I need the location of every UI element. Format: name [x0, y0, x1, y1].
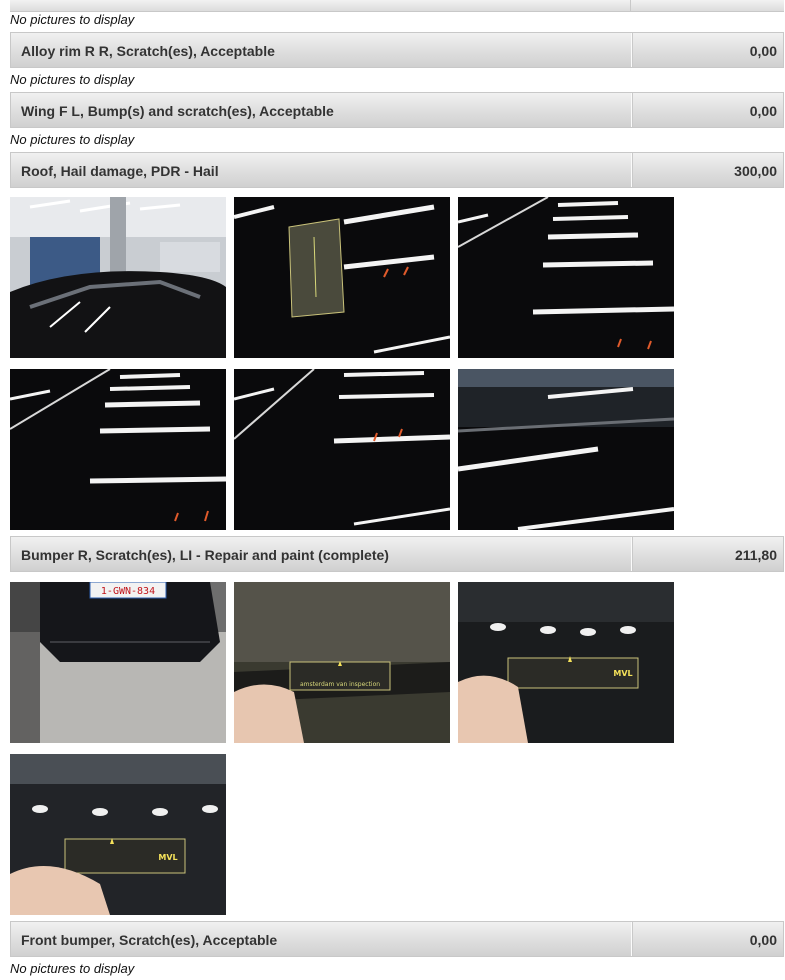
ruler-text: amsterdam van inspection — [300, 681, 380, 688]
damage-photo-bumper-ruler[interactable]: amsterdam van inspection — [234, 582, 450, 743]
no-pictures-note: No pictures to display — [10, 72, 135, 87]
damage-photo-roof-side[interactable] — [458, 369, 674, 530]
damage-row[interactable]: Roof, Hail damage, PDR - Hail 300,00 — [10, 152, 784, 188]
damage-row[interactable]: Front bumper, Scratch(es), Acceptable 0,… — [10, 921, 784, 957]
damage-row[interactable]: Alloy rim R R, Scratch(es), Acceptable 0… — [10, 32, 784, 68]
license-plate-text: 1-GWN-834 — [101, 586, 155, 597]
no-pictures-note: No pictures to display — [10, 961, 135, 976]
no-pictures-note: No pictures to display — [10, 132, 135, 147]
damage-photo-roof-reflections[interactable] — [458, 197, 674, 358]
damage-amount: 0,00 — [749, 103, 777, 119]
previous-damage-row — [10, 0, 784, 12]
damage-photo-bumper-ruler[interactable]: MVL — [458, 582, 674, 743]
damage-title: Front bumper, Scratch(es), Acceptable — [21, 932, 278, 948]
damage-photo-roof-reflections[interactable] — [234, 369, 450, 530]
damage-photo-rear-car[interactable]: 1-GWN-834 — [10, 582, 226, 743]
damage-row[interactable]: Bumper R, Scratch(es), LI - Repair and p… — [10, 536, 784, 572]
ruler-brand-text: MVL — [158, 853, 177, 862]
damage-photo-roof-ruler[interactable] — [234, 197, 450, 358]
damage-title: Alloy rim R R, Scratch(es), Acceptable — [21, 43, 275, 59]
damage-title: Bumper R, Scratch(es), LI - Repair and p… — [21, 547, 389, 563]
damage-photo-bumper-ruler[interactable]: MVL — [10, 754, 226, 915]
damage-row[interactable]: Wing F L, Bump(s) and scratch(es), Accep… — [10, 92, 784, 128]
damage-photo-roof-reflections[interactable] — [10, 369, 226, 530]
ruler-brand-text: MVL — [613, 669, 632, 678]
damage-title: Roof, Hail damage, PDR - Hail — [21, 163, 219, 179]
damage-photo-showroom-car[interactable] — [10, 197, 226, 358]
damage-amount: 0,00 — [749, 932, 777, 948]
damage-amount: 211,80 — [734, 547, 777, 563]
no-pictures-note: No pictures to display — [10, 12, 135, 27]
damage-title: Wing F L, Bump(s) and scratch(es), Accep… — [21, 103, 334, 119]
damage-amount: 0,00 — [749, 43, 777, 59]
damage-amount: 300,00 — [734, 163, 777, 179]
